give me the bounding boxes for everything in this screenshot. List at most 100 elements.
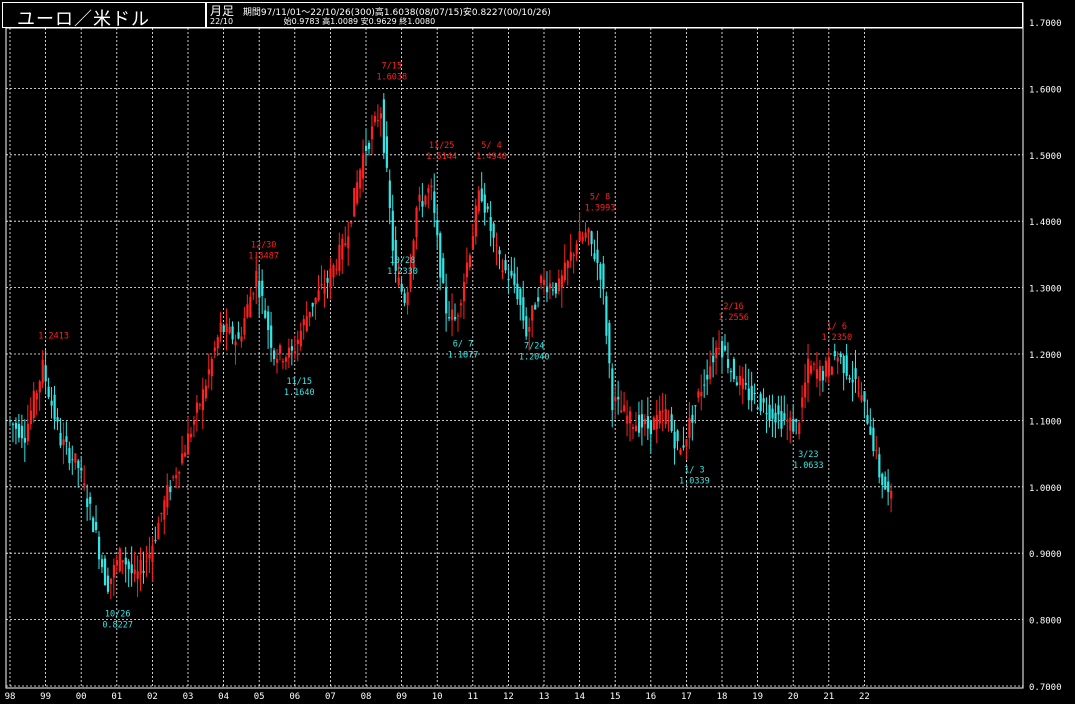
candle-body bbox=[424, 195, 427, 205]
candle-body bbox=[400, 283, 403, 292]
candle-body bbox=[658, 410, 661, 424]
candle-body bbox=[284, 357, 288, 362]
candle-body bbox=[667, 420, 670, 422]
candle-body bbox=[305, 316, 308, 331]
candle-body bbox=[646, 416, 650, 429]
candle-body bbox=[20, 425, 24, 439]
candle-body bbox=[827, 357, 830, 376]
plot-frame bbox=[5, 27, 1024, 689]
candle-body bbox=[350, 222, 353, 224]
candle-body bbox=[385, 136, 388, 168]
candle-body bbox=[314, 297, 317, 305]
candle-body bbox=[56, 417, 59, 422]
candle-body bbox=[795, 419, 798, 422]
y-tick-label: 1.3000 bbox=[1029, 285, 1062, 295]
candle-body bbox=[335, 269, 338, 271]
candle-body bbox=[599, 264, 602, 280]
candle-body bbox=[718, 348, 721, 350]
candle-body bbox=[379, 113, 383, 119]
candle-body bbox=[145, 560, 148, 562]
candle-body bbox=[522, 297, 525, 321]
candle-body bbox=[139, 560, 142, 575]
candle-body bbox=[863, 391, 866, 402]
annotation-value: 1.2556 bbox=[718, 313, 749, 323]
candle-body bbox=[534, 304, 537, 310]
candle-body bbox=[148, 554, 151, 559]
candle-body bbox=[281, 361, 285, 363]
candle-body bbox=[359, 169, 362, 189]
candle-body bbox=[109, 578, 113, 585]
candle-body bbox=[329, 268, 332, 288]
candle-body bbox=[100, 559, 104, 568]
candle-body bbox=[439, 233, 442, 278]
candle-body bbox=[753, 392, 756, 394]
annotation-date: 10/28 bbox=[390, 256, 416, 266]
candle-body bbox=[575, 244, 578, 255]
annotation-value: 1.3487 bbox=[248, 252, 279, 262]
candle-body bbox=[9, 420, 12, 422]
candle-body bbox=[581, 236, 584, 241]
annotation-date: 6/ 7 bbox=[453, 339, 473, 349]
candle-body bbox=[376, 120, 380, 122]
candle-body bbox=[854, 368, 857, 379]
candle-body bbox=[543, 279, 546, 286]
candle-body bbox=[74, 453, 77, 463]
x-tick-label: 10 bbox=[432, 692, 443, 702]
annotation-value: 1.1877 bbox=[448, 350, 479, 360]
x-tick-label: 20 bbox=[788, 692, 799, 702]
y-tick-label: 1.2000 bbox=[1029, 351, 1062, 361]
candle-body bbox=[471, 235, 474, 250]
x-tick-label: 00 bbox=[76, 692, 87, 702]
candle-body bbox=[798, 422, 801, 435]
candle-body bbox=[649, 420, 652, 435]
candle-body bbox=[732, 358, 736, 380]
y-tick-label: 0.8000 bbox=[1029, 617, 1062, 627]
candle-body bbox=[824, 360, 828, 377]
candle-body bbox=[611, 368, 614, 411]
candle-body bbox=[875, 450, 878, 452]
x-tick-label: 05 bbox=[254, 692, 265, 702]
candle-body bbox=[486, 206, 489, 209]
candle-body bbox=[430, 185, 433, 188]
candle-body bbox=[216, 337, 219, 349]
candle-body bbox=[299, 330, 302, 347]
candle-body bbox=[142, 570, 145, 573]
candle-body bbox=[839, 353, 842, 358]
candle-body bbox=[213, 347, 216, 352]
candle-body bbox=[673, 431, 676, 449]
candle-body bbox=[807, 358, 810, 383]
candle-body bbox=[252, 293, 255, 295]
candle-body bbox=[780, 411, 783, 429]
candle-body bbox=[38, 381, 41, 393]
candle-body bbox=[293, 351, 296, 355]
candle-body bbox=[121, 560, 124, 563]
candle-body bbox=[344, 243, 347, 246]
candle-body bbox=[700, 391, 703, 397]
candle-body bbox=[71, 459, 74, 461]
candle-body bbox=[370, 126, 374, 140]
candle-body bbox=[95, 522, 98, 531]
candle-body bbox=[715, 347, 718, 359]
candle-body bbox=[510, 270, 513, 276]
candle-body bbox=[415, 207, 418, 238]
candle-body bbox=[557, 278, 561, 292]
y-tick-label: 1.5000 bbox=[1029, 152, 1062, 162]
candle-body bbox=[860, 395, 863, 401]
annotation-value: 1.3993 bbox=[585, 203, 616, 213]
candle-body bbox=[106, 575, 110, 592]
candle-body bbox=[525, 316, 528, 337]
candle-body bbox=[688, 418, 691, 438]
candlestick-chart: 1.7000 1.6000 1.5000 1.4000 1.3000 1.2000 1.10… bbox=[5, 2, 1062, 702]
candle-body bbox=[451, 309, 454, 321]
candle-body bbox=[483, 194, 486, 213]
candle-body bbox=[311, 303, 314, 307]
candle-body bbox=[276, 358, 279, 363]
candle-body bbox=[169, 486, 172, 493]
candle-body bbox=[53, 394, 56, 420]
candle-body bbox=[563, 262, 566, 281]
candle-body bbox=[495, 245, 498, 247]
candle-body bbox=[554, 283, 558, 294]
candle-body bbox=[548, 283, 552, 289]
candle-body bbox=[29, 410, 32, 425]
annotation-date: 7/15 bbox=[382, 61, 402, 71]
